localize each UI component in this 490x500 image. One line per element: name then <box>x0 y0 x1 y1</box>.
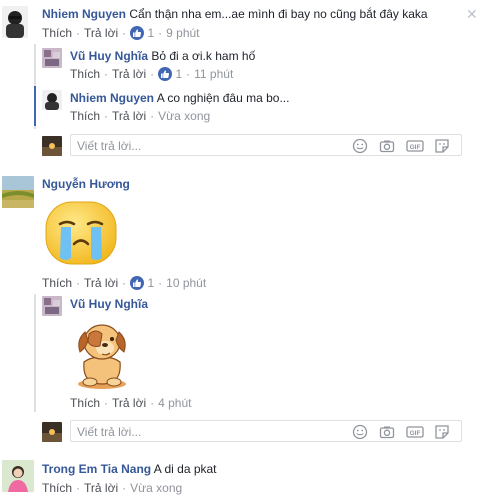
new-reply-highlight <box>34 86 36 126</box>
reply-placeholder: Viết trả lời... <box>77 139 142 153</box>
avatar <box>42 136 62 156</box>
avatar[interactable] <box>42 296 62 316</box>
like-icon[interactable] <box>130 276 145 290</box>
reply-input[interactable]: Viết trả lời... GIF <box>70 134 462 156</box>
emoji-icon[interactable] <box>352 424 368 440</box>
reply-link[interactable]: Trả lời <box>84 26 118 40</box>
reply-link[interactable]: Trả lời <box>112 396 146 410</box>
emoji-icon[interactable] <box>352 138 368 154</box>
like-link[interactable]: Thích <box>70 67 100 81</box>
crying-sticker[interactable] <box>44 200 118 266</box>
camera-icon[interactable] <box>379 424 395 440</box>
avatar[interactable] <box>2 460 34 492</box>
reply-link[interactable]: Trả lời <box>112 109 146 123</box>
avatar[interactable] <box>2 176 34 208</box>
comment-text: A co nghiện đâu ma bo... <box>156 91 290 105</box>
timestamp[interactable]: 9 phút <box>166 26 199 40</box>
comment-text: Cẩn thận nha em...ae mình đi bay no cũng… <box>129 7 428 21</box>
like-link[interactable]: Thích <box>70 109 100 123</box>
gif-icon[interactable]: GIF <box>406 138 424 154</box>
svg-text:GIF: GIF <box>410 430 421 437</box>
comment-author[interactable]: Nhiem Nguyen <box>42 7 126 21</box>
avatar <box>42 422 62 442</box>
reply-input[interactable]: Viết trả lời... GIF <box>70 420 462 442</box>
dog-sticker[interactable] <box>72 318 132 390</box>
reply-link[interactable]: Trả lời <box>84 481 118 495</box>
timestamp[interactable]: Vừa xong <box>158 109 210 123</box>
timestamp[interactable]: 10 phút <box>166 276 206 290</box>
thread-line <box>34 294 36 412</box>
like-icon[interactable] <box>158 67 173 81</box>
close-icon[interactable]: ✕ <box>466 6 478 23</box>
like-link[interactable]: Thích <box>42 481 72 495</box>
comment-author[interactable]: Vũ Huy Nghĩa <box>70 49 148 63</box>
timestamp[interactable]: 4 phút <box>158 396 191 410</box>
like-icon[interactable] <box>130 26 145 40</box>
like-count[interactable]: 1 <box>175 67 182 81</box>
avatar[interactable] <box>2 6 28 38</box>
comment-text: Bỏ đi a ơi.k ham hố <box>151 49 256 63</box>
like-link[interactable]: Thích <box>42 276 72 290</box>
comment-author[interactable]: Nhiem Nguyen <box>70 91 154 105</box>
gif-icon[interactable]: GIF <box>406 424 424 440</box>
camera-icon[interactable] <box>379 138 395 154</box>
comment-text: A di da pkat <box>153 462 217 476</box>
comment-author[interactable]: Vũ Huy Nghĩa <box>70 297 148 311</box>
reply-link[interactable]: Trả lời <box>112 67 146 81</box>
reply-link[interactable]: Trả lời <box>84 276 118 290</box>
timestamp[interactable]: Vừa xong <box>130 481 182 495</box>
svg-text:GIF: GIF <box>410 144 421 151</box>
sticker-icon[interactable] <box>434 424 450 440</box>
reply-placeholder: Viết trả lời... <box>77 425 142 439</box>
timestamp[interactable]: 11 phút <box>194 67 233 81</box>
like-count[interactable]: 1 <box>147 26 154 40</box>
like-link[interactable]: Thích <box>42 26 72 40</box>
avatar[interactable] <box>42 48 62 68</box>
sticker-icon[interactable] <box>434 138 450 154</box>
like-count[interactable]: 1 <box>147 276 154 290</box>
avatar[interactable] <box>42 90 62 110</box>
like-link[interactable]: Thích <box>70 396 100 410</box>
comment-author[interactable]: Nguyễn Hương <box>42 177 130 191</box>
comment-author[interactable]: Trong Em Tia Nang <box>42 462 151 476</box>
